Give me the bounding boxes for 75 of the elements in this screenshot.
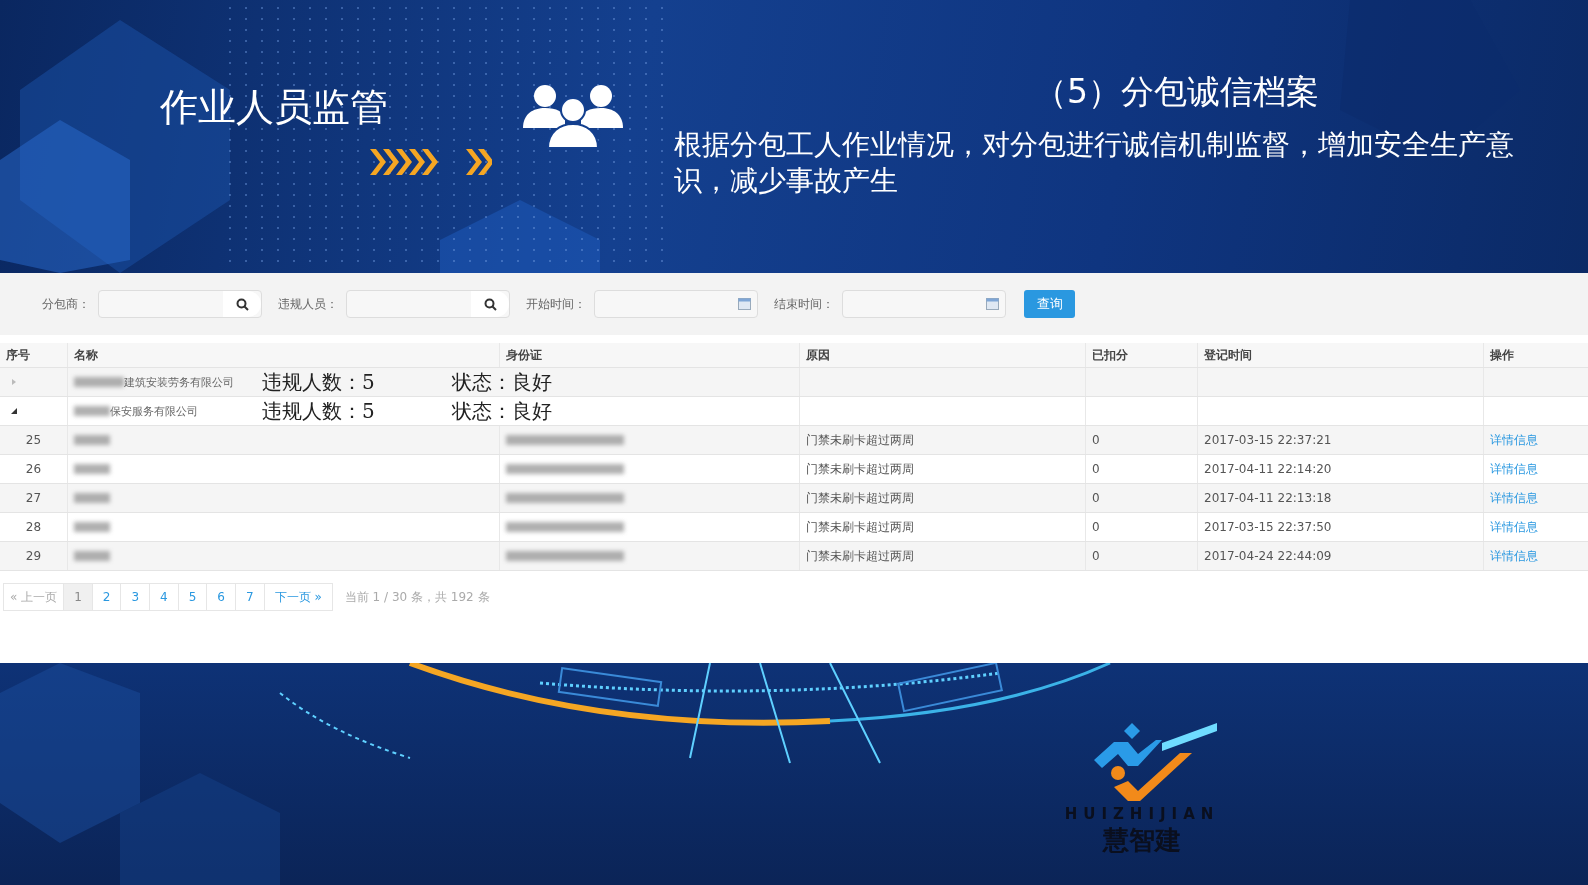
table-cell-text: 29	[24, 548, 43, 565]
search-field[interactable]	[346, 290, 510, 318]
calendar-icon	[986, 298, 999, 310]
group-name: 保安服务有限公司	[110, 403, 198, 419]
description-text: 根据分包工人作业情况，对分包进行诚信机制监督，增加安全生产意识，减少事故产生	[674, 127, 1515, 199]
blurred-text-mark	[74, 406, 110, 416]
column-header: 登记时间	[1197, 343, 1483, 367]
group-status: 状态：良好	[452, 397, 553, 425]
table-cell: 2017-04-24 22:44:09	[1197, 542, 1483, 570]
details-link[interactable]: 详情信息	[1490, 489, 1538, 507]
column-header: 已扣分	[1085, 343, 1197, 367]
table-cell: 2017-03-15 22:37:21	[1197, 426, 1483, 454]
table-cell: 2017-04-11 22:13:18	[1197, 484, 1483, 512]
filter-label: 结束时间：	[774, 295, 834, 313]
table-cell: 门禁未刷卡超过两周	[799, 513, 1085, 541]
table-cell: 0	[1085, 455, 1197, 483]
table-cell-text: 25	[24, 432, 43, 449]
table-cell: 门禁未刷卡超过两周	[799, 426, 1085, 454]
next-page-link[interactable]: 下一页 »	[263, 583, 333, 611]
filter-label: 分包商：	[42, 295, 90, 313]
group-name: 建筑安装劳务有限公司	[124, 374, 234, 390]
table-cell: 2017-03-15 22:37:50	[1197, 513, 1483, 541]
page-link[interactable]: 7	[235, 583, 265, 611]
table-cell: 门禁未刷卡超过两周	[799, 484, 1085, 512]
table-cell-text: 26	[24, 461, 43, 478]
query-button[interactable]: 查询	[1024, 290, 1075, 318]
table-cell: 0	[1085, 484, 1197, 512]
violation-count: 违规人数：5	[262, 368, 376, 396]
column-header: 身份证	[499, 343, 799, 367]
page-link[interactable]: 2	[91, 583, 122, 611]
table-cell: 0	[1085, 542, 1197, 570]
pagination-summary: 当前 1 / 30 条，共 192 条	[344, 588, 490, 606]
logo-text: HUIZHIJIAN	[1064, 805, 1220, 823]
page-link[interactable]: 3	[120, 583, 151, 611]
table-cell: 0	[1085, 513, 1197, 541]
violation-count: 违规人数：5	[262, 397, 376, 425]
table-cell-text: 27	[24, 490, 43, 507]
details-link[interactable]: 详情信息	[1490, 547, 1538, 565]
blurred-text-mark	[74, 377, 124, 387]
table-cell: 0	[1085, 426, 1197, 454]
table-cell-text: 28	[24, 519, 43, 536]
table-cell: 门禁未刷卡超过两周	[799, 455, 1085, 483]
column-header: 名称	[67, 343, 499, 367]
filter-label: 开始时间：	[526, 295, 586, 313]
slide-title: 作业人员监管	[160, 84, 389, 131]
date-field[interactable]	[594, 290, 758, 318]
page-link[interactable]: 1	[63, 583, 93, 611]
collapse-icon[interactable]	[10, 407, 18, 415]
search-field[interactable]	[98, 290, 262, 318]
blurred-text-mark	[74, 493, 110, 503]
previous-page-link[interactable]: « 上一页	[3, 583, 65, 611]
blurred-text-mark	[74, 522, 110, 532]
details-link[interactable]: 详情信息	[1490, 460, 1538, 478]
calendar-icon	[738, 298, 751, 310]
filter-label: 违规人员：	[278, 295, 338, 313]
logo-name: 慧智建	[1103, 824, 1181, 857]
expand-icon[interactable]	[10, 378, 18, 386]
blurred-text-mark	[74, 551, 110, 561]
section-title: （5）分包诚信档案	[1034, 71, 1320, 113]
table-cell: 2017-04-11 22:14:20	[1197, 455, 1483, 483]
date-field[interactable]	[842, 290, 1006, 318]
column-header: 原因	[799, 343, 1085, 367]
page-link[interactable]: 6	[206, 583, 236, 611]
search-icon	[235, 297, 249, 311]
blurred-text-mark	[74, 435, 110, 445]
group-status: 状态：良好	[452, 368, 553, 396]
search-icon	[483, 297, 497, 311]
page-link[interactable]: 4	[149, 583, 179, 611]
page-link[interactable]: 5	[177, 583, 208, 611]
column-header: 序号	[5, 346, 31, 364]
table-cell: 门禁未刷卡超过两周	[799, 542, 1085, 570]
blurred-text-mark	[74, 464, 110, 474]
column-header: 操作	[1483, 343, 1588, 367]
details-link[interactable]: 详情信息	[1490, 431, 1538, 449]
details-link[interactable]: 详情信息	[1490, 518, 1538, 536]
